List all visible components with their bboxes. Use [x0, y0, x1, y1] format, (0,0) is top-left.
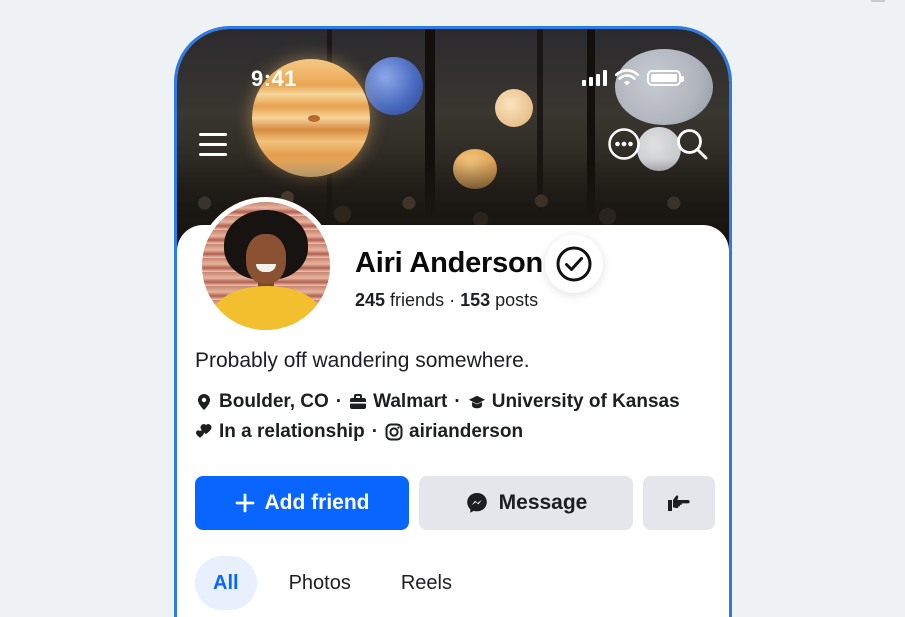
details-line-2: In a relationship · airianderson: [195, 421, 523, 443]
hearts-icon: [195, 423, 213, 441]
signal-icon: [582, 70, 607, 86]
location-text: Boulder, CO: [219, 391, 329, 412]
separator: ·: [371, 421, 379, 442]
education-text[interactable]: University of Kansas: [492, 391, 680, 413]
wifi-icon: [615, 69, 639, 86]
hamburger-icon[interactable]: [197, 127, 231, 161]
moon-lantern: [615, 49, 713, 125]
search-icon[interactable]: [675, 127, 709, 161]
separator: ·: [454, 391, 461, 412]
profile-stats: 245 friends · 153 posts: [355, 290, 538, 311]
tab-reels[interactable]: Reels: [383, 556, 470, 610]
friends-label: friends ·: [385, 290, 461, 310]
posts-count[interactable]: 153: [460, 290, 490, 310]
messenger-icon: [465, 491, 489, 515]
status-icons: [582, 69, 684, 87]
corner-mark: [871, 0, 885, 2]
briefcase-icon: [349, 393, 367, 411]
location-pin-icon: [195, 393, 213, 411]
instagram-handle[interactable]: airianderson: [409, 421, 523, 443]
instagram-icon: [385, 423, 403, 441]
name-row: Airi Anderson: [355, 247, 543, 280]
neptune-lantern: [365, 57, 423, 115]
profile-name: Airi Anderson: [355, 247, 544, 279]
add-friend-label: Add friend: [264, 491, 370, 514]
avatar[interactable]: [197, 197, 335, 335]
poke-hand-icon: [668, 495, 690, 511]
workplace-text[interactable]: Walmart: [373, 391, 447, 413]
plus-icon: [235, 493, 255, 513]
separator: ·: [335, 391, 343, 412]
graduation-cap-icon: [468, 393, 486, 411]
phone-frame: 9:41 Airi Anderson 245 friends · 153 pos…: [174, 26, 732, 617]
poke-button[interactable]: [643, 476, 715, 530]
profile-photo: [202, 202, 330, 330]
relationship-text: In a relationship: [219, 421, 365, 442]
tab-all[interactable]: All: [195, 556, 257, 610]
small-moon-lantern: [495, 89, 533, 127]
posts-label: posts: [490, 290, 539, 310]
status-time: 9:41: [251, 66, 298, 91]
more-horizontal-icon[interactable]: [607, 127, 641, 161]
add-friend-button[interactable]: Add friend: [195, 476, 409, 530]
battery-icon: [647, 70, 684, 86]
profile-tabs: All Photos Reels: [195, 556, 484, 610]
profile-bio: Probably off wandering somewhere.: [195, 349, 530, 372]
friends-count[interactable]: 245: [355, 290, 385, 310]
details-line-1: Boulder, CO · Walmart · University of Ka…: [195, 391, 680, 413]
message-button[interactable]: Message: [419, 476, 633, 530]
tab-photos[interactable]: Photos: [271, 556, 369, 610]
check-circle-icon[interactable]: [545, 235, 603, 293]
message-label: Message: [498, 491, 588, 514]
